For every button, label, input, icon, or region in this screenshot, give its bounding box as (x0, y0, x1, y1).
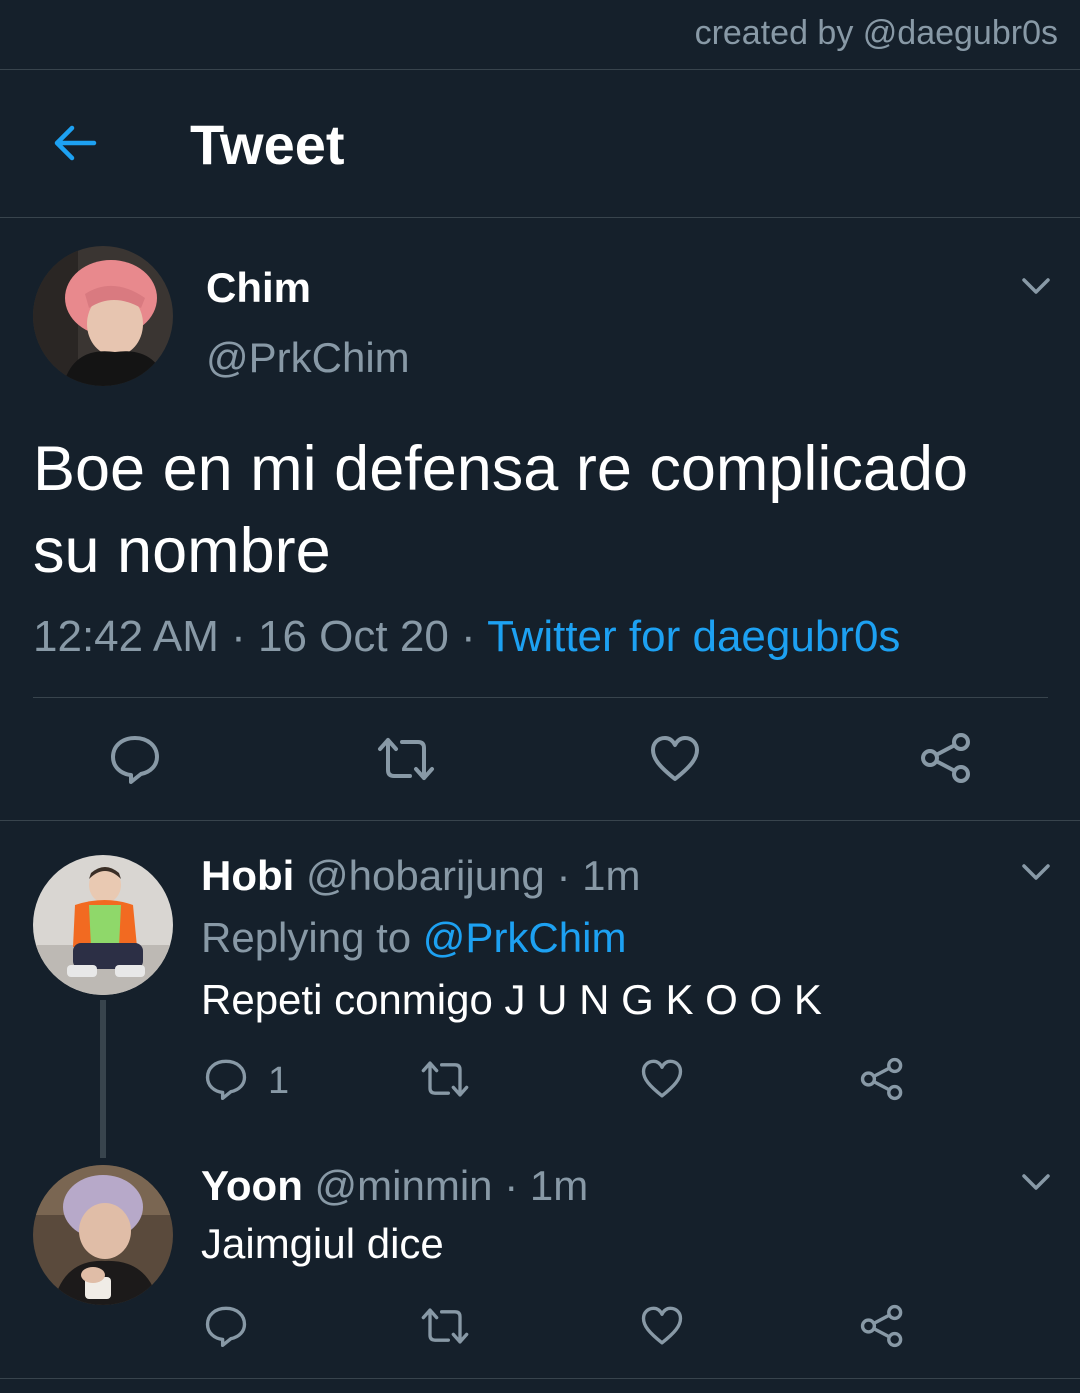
separator: · (544, 852, 583, 899)
avatar[interactable] (33, 246, 173, 386)
divider (0, 69, 1080, 70)
reply-author-handle[interactable]: @hobarijung (306, 852, 545, 899)
avatar-photo (33, 246, 173, 386)
separator: · (218, 612, 259, 661)
reply-author-name[interactable]: Yoon (201, 1162, 303, 1209)
tweet-meta: 12:42 AM · 16 Oct 20 · Twitter for daegu… (33, 612, 900, 662)
back-button[interactable] (50, 118, 100, 168)
separator: · (492, 1162, 530, 1209)
reply-author-name[interactable]: Hobi (201, 852, 294, 899)
chevron-down-icon[interactable] (1021, 1172, 1051, 1192)
tweet-date: 16 Oct 20 (258, 612, 449, 661)
reply-author-handle[interactable]: @minmin (315, 1162, 493, 1209)
credit-text: created by @daegubr0s (694, 14, 1058, 52)
heart-icon (641, 1306, 683, 1345)
like-button[interactable] (641, 1305, 683, 1352)
share-button[interactable] (860, 1057, 904, 1106)
divider (33, 697, 1048, 698)
divider (0, 1378, 1080, 1379)
reply-count: 1 (268, 1060, 290, 1102)
share-button[interactable] (860, 1304, 904, 1353)
avatar-photo (33, 1165, 173, 1305)
reply-button[interactable] (110, 734, 160, 789)
tweet-text: Boe en mi defensa re complicado su nombr… (33, 434, 969, 586)
share-icon (921, 733, 970, 783)
chevron-down-icon[interactable] (1021, 862, 1051, 882)
reply-icon (205, 1059, 247, 1100)
share-icon (860, 1304, 903, 1348)
like-button[interactable] (641, 1058, 683, 1105)
reply-time: 1m (582, 852, 641, 899)
avatar[interactable] (33, 1165, 173, 1305)
share-icon (860, 1057, 903, 1101)
retweet-icon (421, 1061, 469, 1097)
heart-icon (651, 736, 699, 781)
page-title: Tweet (190, 113, 345, 176)
chevron-down-icon[interactable] (1021, 276, 1051, 296)
reply-time: 1m (529, 1162, 589, 1209)
divider (0, 217, 1080, 218)
replying-label: Replying to (201, 914, 423, 961)
tweet-source-link[interactable]: Twitter for daegubr0s (487, 612, 900, 661)
tweet-time: 12:42 AM (33, 612, 219, 661)
author-name[interactable]: Chim (206, 264, 311, 312)
arrow-left-icon (54, 125, 97, 161)
retweet-button[interactable] (420, 1305, 470, 1352)
share-button[interactable] (920, 732, 972, 789)
reply-header: Yoon @minmin · 1m (201, 1162, 588, 1210)
heart-icon (641, 1059, 683, 1098)
reply-button[interactable] (205, 1058, 247, 1105)
avatar-photo (33, 855, 173, 995)
like-button[interactable] (650, 734, 700, 789)
reply-text: Repeti conmigo J U N G K O O K (201, 976, 822, 1023)
avatar[interactable] (33, 855, 173, 995)
retweet-button[interactable] (376, 734, 436, 789)
retweet-icon (378, 738, 434, 780)
retweet-icon (421, 1308, 469, 1344)
reply-icon (205, 1306, 247, 1347)
reply-button[interactable] (205, 1305, 247, 1352)
separator: · (448, 612, 488, 661)
reply-header: Hobi @hobarijung · 1m (201, 852, 640, 900)
reply-text: Jaimgiul dice (201, 1220, 444, 1267)
divider (0, 820, 1080, 821)
author-handle[interactable]: @PrkChim (206, 334, 410, 382)
reply-icon (111, 736, 159, 784)
thread-line (100, 1000, 106, 1158)
replying-to: Replying to @PrkChim (201, 914, 626, 962)
replying-to-link[interactable]: @PrkChim (423, 914, 627, 961)
retweet-button[interactable] (420, 1058, 470, 1105)
